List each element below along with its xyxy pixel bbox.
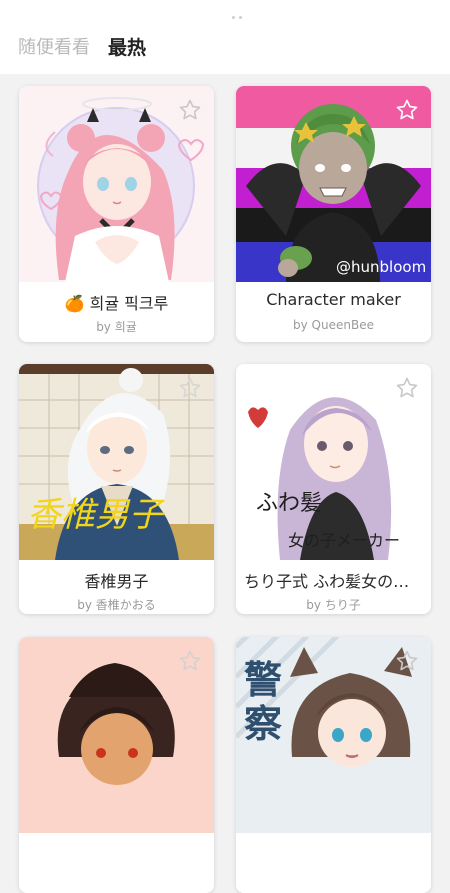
calligraphy-text: 香椎男子 <box>27 495 165 535</box>
card-author: by QueenBee <box>293 318 374 332</box>
status-indicator <box>232 4 254 19</box>
handwriting-text-1: ふわ髪 <box>256 491 322 516</box>
card-title: Character maker <box>266 290 401 309</box>
favorite-star-icon[interactable] <box>178 649 202 673</box>
character-card[interactable]: 警 察 <box>236 637 431 893</box>
tab-hottest[interactable]: 最热 <box>108 36 146 60</box>
card-title: 香椎男子 <box>84 572 149 591</box>
kanji-text-2: 察 <box>244 701 282 746</box>
card-author: by ちり子 <box>306 598 361 612</box>
character-card[interactable]: @hunbloom Character maker by QueenBee <box>236 86 431 342</box>
character-grid[interactable]: 🍊 희귤 픽크루 by 희귤 @hunbloom Character maker… <box>0 74 450 893</box>
kanji-text-1: 警 <box>244 657 282 702</box>
watermark-text: @hunbloom <box>336 258 426 276</box>
character-card[interactable]: 🍊 희귤 픽크루 by 희귤 <box>19 86 214 342</box>
card-author: by 香椎かおる <box>77 598 156 612</box>
character-card[interactable]: 香椎男子 香椎男子 by 香椎かおる <box>19 364 214 614</box>
card-author: by 희귤 <box>96 320 137 334</box>
character-card[interactable] <box>19 637 214 893</box>
handwriting-text-2: 女の子メーカー <box>288 531 400 550</box>
favorite-star-icon[interactable] <box>395 376 419 400</box>
favorite-star-icon[interactable] <box>395 98 419 122</box>
top-header: 随便看看 最热 <box>0 0 450 74</box>
favorite-star-icon[interactable] <box>178 98 202 122</box>
card-title: 🍊 희귤 픽크루 <box>64 294 169 313</box>
character-card[interactable]: ふわ髪 女の子メーカー ちり子式 ふわ髪女の子メーカー by ちり子 <box>236 364 431 614</box>
tab-random[interactable]: 随便看看 <box>18 36 90 60</box>
card-title: ちり子式 ふわ髪女の子メーカー <box>244 572 423 591</box>
favorite-star-icon[interactable] <box>395 649 419 673</box>
favorite-star-icon[interactable] <box>178 376 202 400</box>
